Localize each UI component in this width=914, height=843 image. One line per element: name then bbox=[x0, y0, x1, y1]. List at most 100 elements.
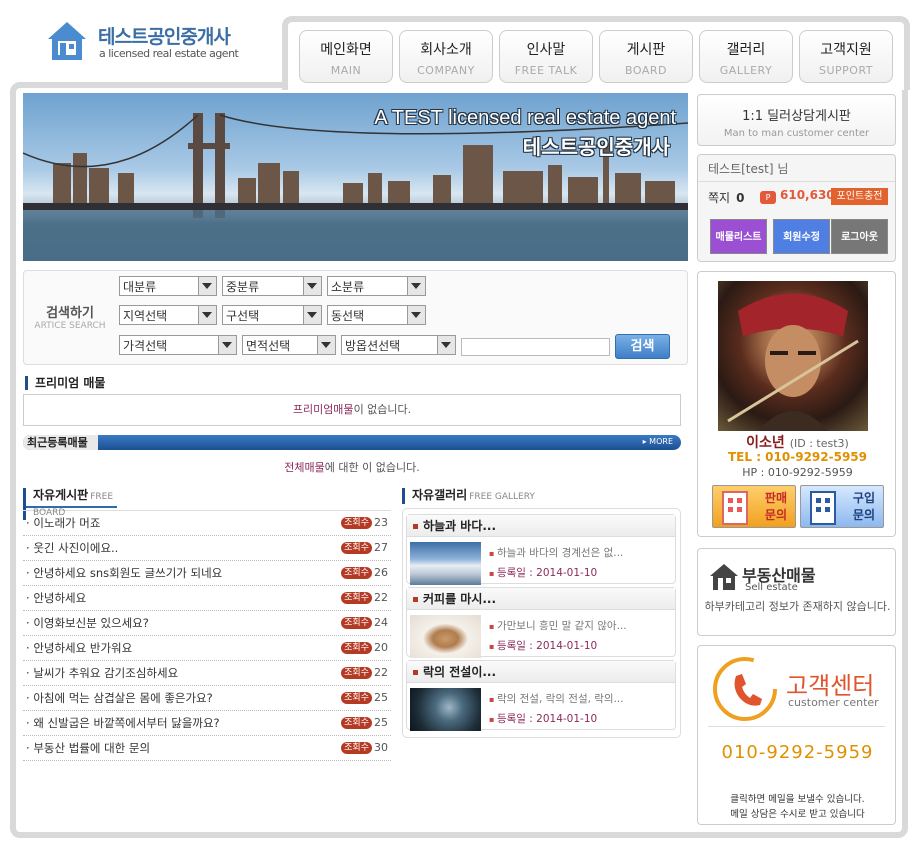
logout-button[interactable]: 로그아웃 bbox=[831, 219, 888, 254]
memo-count: 0 bbox=[736, 191, 745, 205]
nav-tab-label: 갤러리 bbox=[726, 42, 766, 58]
agent-hp: HP : 010-9292-5959 bbox=[742, 466, 853, 479]
select-value: 중분류 bbox=[226, 280, 260, 294]
buy-label-2: 문의 bbox=[852, 508, 875, 522]
chevron-down-icon bbox=[202, 312, 212, 318]
premium-empty-highlight: 프리미엄매물 bbox=[292, 403, 354, 416]
premium-box: 프리미엄매물이 없습니다. bbox=[23, 394, 681, 426]
post-title[interactable]: 웃긴 사진이에요.. bbox=[33, 541, 118, 555]
phone-icon bbox=[713, 657, 777, 721]
gallery-thumb-sky[interactable] bbox=[410, 542, 481, 585]
nav-tab-sub: COMPANY bbox=[417, 64, 475, 77]
views-badge: 조회수 bbox=[341, 667, 372, 679]
list-item[interactable]: · 왜 신발굽은 바깥쪽에서부터 닳을까요? 조회수 25 bbox=[23, 711, 391, 736]
views-count: 30 bbox=[374, 741, 388, 754]
select-category-small[interactable]: 소분류 bbox=[327, 276, 426, 296]
post-title[interactable]: 이노래가 머죠 bbox=[33, 516, 100, 530]
chevron-down-icon bbox=[411, 283, 421, 289]
gallery-thumb-coffee[interactable] bbox=[410, 615, 481, 658]
nav-tab-board[interactable]: 게시판 BOARD bbox=[599, 30, 693, 83]
list-item[interactable]: · 안녕하세요 sns회원도 글쓰기가 되네요 조회수 26 bbox=[23, 561, 391, 586]
chevron-down-icon bbox=[222, 342, 232, 348]
post-title[interactable]: 안녕하세요 반가워요 bbox=[33, 641, 132, 655]
views-badge: 조회수 bbox=[341, 567, 372, 579]
list-item[interactable]: · 이노래가 머죠 조회수 23 bbox=[23, 511, 391, 536]
views-count: 20 bbox=[374, 641, 388, 654]
select-area[interactable]: 면적선택 bbox=[242, 335, 336, 355]
list-item[interactable]: · 안녕하세요 반가워요 조회수 20 bbox=[23, 636, 391, 661]
nav-tab-free-talk[interactable]: 인사말 FREE TALK bbox=[499, 30, 593, 83]
select-value: 소분류 bbox=[331, 280, 365, 294]
list-item[interactable]: · 아침에 먹는 삼겹살은 몸에 좋은가요? 조회수 25 bbox=[23, 686, 391, 711]
post-title[interactable]: 날씨가 추워요 감기조심하세요 bbox=[33, 666, 178, 680]
memo-link[interactable]: 쪽지 0 bbox=[708, 189, 744, 206]
list-item[interactable]: · 부동산 법률에 대한 문의 조회수 30 bbox=[23, 736, 391, 761]
post-title[interactable]: 부동산 법률에 대한 문의 bbox=[33, 741, 150, 755]
post-title[interactable]: 왜 신발굽은 바깥쪽에서부터 닳을까요? bbox=[33, 716, 219, 730]
user-name-line: 테스트[test] 님 bbox=[708, 160, 788, 177]
select-dong[interactable]: 동선택 bbox=[327, 305, 426, 325]
post-title[interactable]: 안녕하세요 bbox=[33, 591, 86, 605]
post-title[interactable]: 이영화보신분 있으세요? bbox=[33, 616, 149, 630]
views-count: 27 bbox=[374, 541, 388, 554]
buy-inquiry-button[interactable]: 구입 문의 bbox=[800, 485, 884, 528]
point-charge-button[interactable]: 포인트충전 bbox=[831, 188, 888, 205]
list-item[interactable]: · 웃긴 사진이에요.. 조회수 27 bbox=[23, 536, 391, 561]
select-region[interactable]: 지역선택 bbox=[119, 305, 217, 325]
chevron-down-icon bbox=[411, 312, 421, 318]
sell-inquiry-button[interactable]: 판매 문의 bbox=[712, 485, 796, 528]
sell-inquiry-label: 판매 문의 bbox=[765, 490, 787, 524]
gallery-item[interactable]: 커피를 마시... 가만보니 흥민 말 같지 않아... 등록일 : 2014-… bbox=[406, 587, 676, 658]
views-count: 26 bbox=[374, 566, 388, 579]
premium-title-text: 프리미엄 매물 bbox=[35, 376, 106, 390]
views-count: 24 bbox=[374, 616, 388, 629]
list-item[interactable]: · 안녕하세요 조회수 22 bbox=[23, 586, 391, 611]
views-badge: 조회수 bbox=[341, 517, 372, 529]
nav-tab-main[interactable]: 메인화면 MAIN bbox=[299, 30, 393, 83]
search-input[interactable] bbox=[461, 338, 610, 356]
nav-tab-gallery[interactable]: 갤러리 GALLERY bbox=[699, 30, 793, 83]
counsel-board-link[interactable]: 1:1 딜러상담게시판 Man to man customer center bbox=[697, 94, 896, 146]
select-category-medium[interactable]: 중분류 bbox=[222, 276, 322, 296]
buy-inquiry-label: 구입 문의 bbox=[853, 490, 875, 524]
post-title[interactable]: 안녕하세요 sns회원도 글쓰기가 되네요 bbox=[33, 566, 222, 580]
select-district[interactable]: 구선택 bbox=[222, 305, 322, 325]
select-category-large[interactable]: 대분류 bbox=[119, 276, 217, 296]
customer-center-number: 010-9292-5959 bbox=[721, 742, 874, 763]
list-item[interactable]: · 이영화보신분 있으세요? 조회수 24 bbox=[23, 611, 391, 636]
gallery-thumb-tree[interactable] bbox=[410, 688, 481, 731]
free-board: 자유게시판 FREE BOARD · 이노래가 머죠 조회수 23 · 웃긴 사진이에… bbox=[23, 488, 391, 761]
main-banner: A TEST licensed real estate agent 테스트공인중… bbox=[23, 93, 688, 261]
listing-button[interactable]: 매물리스트 bbox=[710, 219, 767, 254]
gallery-item[interactable]: 락의 전설이... 락의 전설, 락의 전설, 락의... 등록일 : 2014… bbox=[406, 660, 676, 731]
edit-member-button[interactable]: 회원수정 bbox=[773, 219, 830, 254]
customer-center-panel[interactable]: 고객센터 customer center 010-9292-5959 클릭하면 … bbox=[697, 645, 896, 825]
nav-tab-label: 메인화면 bbox=[320, 42, 372, 58]
free-board-list: · 이노래가 머죠 조회수 23 · 웃긴 사진이에요.. 조회수 27 · 안녕하세요… bbox=[23, 510, 391, 761]
search-label-text: 검색하기 bbox=[46, 306, 94, 321]
nav-tab-company[interactable]: 회사소개 COMPANY bbox=[399, 30, 493, 83]
gallery-item[interactable]: 하늘과 바다... 하늘과 바다의 경계선은 없... 등록일 : 2014-0… bbox=[406, 514, 676, 585]
nav-tab-support[interactable]: 고객지원 SUPPORT bbox=[799, 30, 893, 83]
post-title[interactable]: 아침에 먹는 삼겹살은 몸에 좋은가요? bbox=[33, 691, 212, 705]
premium-title: 프리미엄 매물 bbox=[25, 376, 105, 390]
select-price[interactable]: 가격선택 bbox=[119, 335, 237, 355]
user-points: 610,630 bbox=[780, 188, 835, 202]
nav-tab-label: 인사말 bbox=[526, 42, 566, 58]
home-logo-icon[interactable] bbox=[46, 20, 88, 62]
list-item[interactable]: · 날씨가 추워요 감기조심하세요 조회수 22 bbox=[23, 661, 391, 686]
select-room-option[interactable]: 방옵션선택 bbox=[341, 335, 456, 355]
divider bbox=[708, 726, 885, 727]
logo-title[interactable]: 테스트공인중개사 bbox=[98, 22, 231, 49]
gallery-item-title[interactable]: 하늘과 바다... bbox=[407, 515, 675, 537]
recent-more-link[interactable]: ▸ MORE bbox=[643, 437, 673, 446]
gallery-item-title[interactable]: 커피를 마시... bbox=[407, 588, 675, 610]
building-icon bbox=[810, 491, 836, 525]
free-gallery-header: 자유갤러리 FREE GALLERY bbox=[402, 488, 682, 504]
views-count: 25 bbox=[374, 716, 388, 729]
select-value: 가격선택 bbox=[123, 339, 168, 353]
gallery-item-desc: 하늘과 바다의 경계선은 없... bbox=[489, 545, 623, 560]
search-button[interactable]: 검색 bbox=[615, 334, 670, 359]
select-value: 방옵션선택 bbox=[345, 339, 401, 353]
gallery-item-title[interactable]: 락의 전설이... bbox=[407, 661, 675, 683]
